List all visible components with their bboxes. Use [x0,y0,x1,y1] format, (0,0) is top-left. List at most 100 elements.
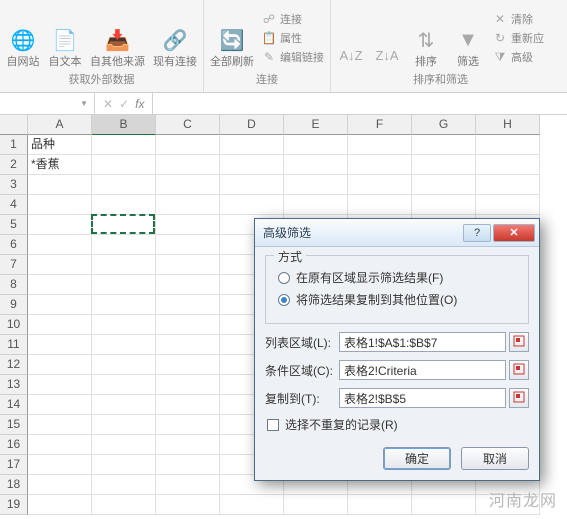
cell[interactable] [28,235,92,255]
cell[interactable] [28,315,92,335]
unique-records-checkbox[interactable]: 选择不重复的记录(R) [267,416,527,433]
cell[interactable] [412,195,476,215]
properties-button[interactable]: 📋属性 [262,30,324,46]
cell[interactable] [220,495,284,515]
cell[interactable] [284,175,348,195]
row-header[interactable]: 16 [0,435,28,455]
criteria-range-input[interactable] [339,360,506,380]
formula-input[interactable] [153,93,567,114]
cell[interactable] [284,195,348,215]
cell[interactable] [92,435,156,455]
row-header[interactable]: 4 [0,195,28,215]
cell[interactable] [220,155,284,175]
row-header[interactable]: 18 [0,475,28,495]
cell[interactable] [92,335,156,355]
col-header[interactable]: H [476,115,540,135]
cell[interactable] [92,315,156,335]
cell[interactable] [156,455,220,475]
cell[interactable] [412,135,476,155]
cell[interactable] [28,275,92,295]
cell[interactable] [348,135,412,155]
row-header[interactable]: 9 [0,295,28,315]
cell[interactable] [220,195,284,215]
col-header[interactable]: E [284,115,348,135]
cell[interactable] [92,495,156,515]
filter-button[interactable]: ▼筛选 [451,22,485,69]
cell[interactable] [28,255,92,275]
cell[interactable] [156,495,220,515]
cell[interactable] [28,475,92,495]
cell[interactable] [156,475,220,495]
cell[interactable] [220,175,284,195]
cell[interactable] [156,195,220,215]
cell[interactable] [28,355,92,375]
close-button[interactable]: ✕ [493,224,535,242]
from-text-button[interactable]: 📄自文本 [48,22,82,69]
cell[interactable] [156,175,220,195]
cell[interactable] [476,155,540,175]
cell[interactable] [92,475,156,495]
cell[interactable] [92,155,156,175]
enter-formula-icon[interactable]: ✓ [119,97,129,111]
cancel-formula-icon[interactable]: ✕ [103,97,113,111]
cell[interactable] [92,275,156,295]
cell[interactable]: *香蕉 [28,155,92,175]
cell[interactable] [156,355,220,375]
dialog-titlebar[interactable]: 高级筛选 ? ✕ [255,219,539,247]
clear-filter-button[interactable]: ✕清除 [493,11,544,27]
cell[interactable] [28,375,92,395]
cell[interactable] [92,375,156,395]
cell[interactable] [476,175,540,195]
cell[interactable] [220,135,284,155]
ok-button[interactable]: 确定 [383,447,451,470]
cell[interactable] [28,395,92,415]
row-header[interactable]: 6 [0,235,28,255]
name-box[interactable]: ▼ [0,93,95,114]
row-header[interactable]: 10 [0,315,28,335]
row-header[interactable]: 7 [0,255,28,275]
cell[interactable] [28,335,92,355]
col-header[interactable]: B [92,115,156,135]
cell[interactable] [156,315,220,335]
cell[interactable] [92,235,156,255]
fx-icon[interactable]: fx [135,97,144,111]
cell[interactable] [92,215,156,235]
row-header[interactable]: 13 [0,375,28,395]
cell[interactable] [156,375,220,395]
cell[interactable] [28,175,92,195]
sort-asc-button[interactable]: A↓Z [337,37,365,69]
cell[interactable] [476,135,540,155]
cell[interactable] [156,295,220,315]
reapply-filter-button[interactable]: ↻重新应 [493,30,544,46]
cell[interactable] [156,435,220,455]
from-web-button[interactable]: 🌐自网站 [6,22,40,69]
help-button[interactable]: ? [463,224,491,242]
cell[interactable] [156,155,220,175]
cell[interactable] [28,435,92,455]
cell[interactable] [28,455,92,475]
copy-to-picker[interactable] [509,388,529,408]
cell[interactable] [348,195,412,215]
sort-button[interactable]: ⇅排序 [409,22,443,69]
cell[interactable] [156,415,220,435]
cell[interactable] [92,395,156,415]
cell[interactable] [28,415,92,435]
cell[interactable] [92,255,156,275]
cell[interactable]: 品种 [28,135,92,155]
cell[interactable] [28,195,92,215]
cell[interactable] [92,135,156,155]
row-header[interactable]: 12 [0,355,28,375]
cell[interactable] [156,215,220,235]
list-range-input[interactable] [339,332,506,352]
cell[interactable] [284,155,348,175]
cell[interactable] [412,155,476,175]
criteria-range-picker[interactable] [509,360,529,380]
select-all-corner[interactable] [0,115,28,135]
cell[interactable] [156,135,220,155]
col-header[interactable]: F [348,115,412,135]
row-header[interactable]: 19 [0,495,28,515]
cell[interactable] [92,415,156,435]
edit-links-button[interactable]: ✎编辑链接 [262,49,324,65]
col-header[interactable]: G [412,115,476,135]
cell[interactable] [156,395,220,415]
